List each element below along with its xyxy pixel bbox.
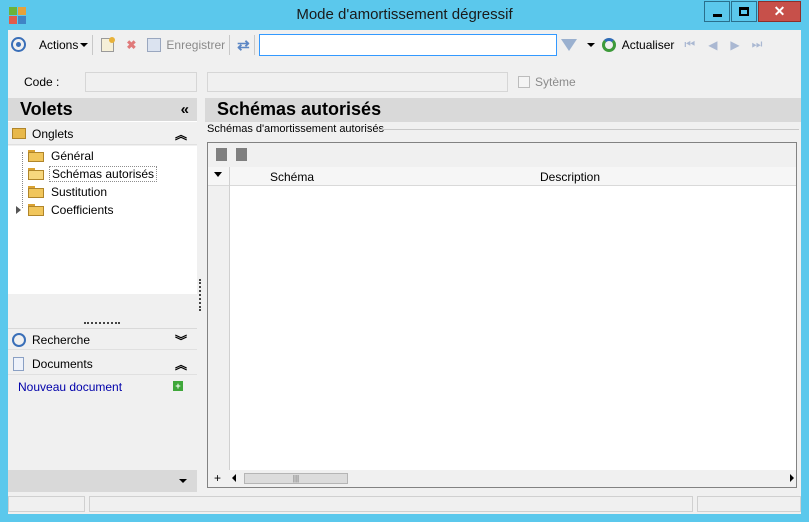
new-row-icon[interactable] xyxy=(216,148,227,161)
status-cell xyxy=(8,496,85,512)
expand-arrow-icon[interactable] xyxy=(16,206,21,214)
refresh-button[interactable]: Actualiser xyxy=(622,38,675,52)
section-label: Schémas d'amortissement autorisés xyxy=(207,123,384,135)
open-folder-icon xyxy=(28,168,44,180)
page-title: Schémas autorisés xyxy=(217,99,382,119)
tree-item-schemas-autorises[interactable]: Schémas autorisés xyxy=(28,166,158,182)
scroll-left-icon[interactable] xyxy=(232,474,236,482)
save-button[interactable]: Enregistrer xyxy=(166,38,225,52)
code-row: Code : Sytème xyxy=(8,67,801,97)
last-page-icon[interactable]: ⏭ xyxy=(752,37,763,52)
edit-row-icon[interactable] xyxy=(236,148,247,161)
left-panel: Volets « Onglets ︽ Général Schémas autor… xyxy=(8,98,197,492)
status-cell xyxy=(89,496,693,512)
close-icon: ✕ xyxy=(773,3,786,19)
system-checkbox[interactable] xyxy=(518,76,530,88)
tree-item-coefficients[interactable]: Coefficients xyxy=(16,202,115,218)
new-record-icon[interactable] xyxy=(101,36,116,52)
client-area: Actions ✖ Enregistrer ⇄ Actualiser ⏮ ◀ ▶… xyxy=(8,30,801,514)
volets-title: Volets xyxy=(20,99,73,119)
dropdown-arrow-icon[interactable] xyxy=(179,479,187,483)
tree-item-general[interactable]: Général xyxy=(28,148,96,164)
tree-line xyxy=(22,152,23,208)
title-bar: Mode d'amortissement dégressif ✕ xyxy=(0,0,809,30)
close-button[interactable]: ✕ xyxy=(758,1,801,22)
search-group-label: Recherche xyxy=(32,333,91,347)
right-panel: Schémas autorisés Schémas d'amortissemen… xyxy=(205,98,801,492)
documents-group-header[interactable]: Documents ︽ xyxy=(8,353,197,375)
add-row-button[interactable]: + xyxy=(214,471,221,485)
grid-toolbar xyxy=(208,143,796,167)
add-document-icon[interactable]: + xyxy=(173,381,183,391)
column-chooser[interactable] xyxy=(208,167,230,186)
target-icon xyxy=(12,333,26,347)
search-group-header[interactable]: Recherche ︾ xyxy=(8,328,197,350)
tree-item-sustitution[interactable]: Sustitution xyxy=(28,184,109,200)
code-description-field[interactable] xyxy=(207,72,508,92)
grid-header: Schéma Description xyxy=(208,167,796,186)
right-panel-header: Schémas autorisés xyxy=(205,98,801,122)
tabs-group-header[interactable]: Onglets ︽ xyxy=(8,123,197,145)
scroll-right-icon[interactable] xyxy=(790,474,794,482)
row-indicator-strip xyxy=(208,186,230,470)
column-header-schema[interactable]: Schéma xyxy=(270,170,314,184)
system-label: Sytème xyxy=(535,75,576,89)
document-icon xyxy=(13,357,24,371)
filter-icon[interactable] xyxy=(560,38,577,51)
tabs-tree: Général Schémas autorisés Sustitution Co… xyxy=(8,146,197,294)
horizontal-scrollbar[interactable]: ||| xyxy=(230,472,796,485)
new-document-link[interactable]: Nouveau document xyxy=(18,380,122,394)
code-field[interactable] xyxy=(85,72,197,92)
toolbar: Actions ✖ Enregistrer ⇄ Actualiser ⏮ ◀ ▶… xyxy=(8,30,801,59)
window-title: Mode d'amortissement dégressif xyxy=(296,6,513,23)
section-divider xyxy=(375,129,799,130)
minimize-button[interactable] xyxy=(704,1,730,22)
actions-menu[interactable]: Actions xyxy=(39,38,78,52)
folder-icon xyxy=(28,150,44,162)
search-input[interactable] xyxy=(258,33,557,56)
folder-icon xyxy=(12,128,26,139)
dropdown-arrow-icon[interactable] xyxy=(80,42,89,47)
chevron-up-icon[interactable]: ︽ xyxy=(175,356,187,373)
folder-icon xyxy=(28,186,44,198)
toolbar-separator xyxy=(229,34,231,55)
splitter[interactable] xyxy=(199,279,201,311)
minimize-icon xyxy=(712,14,722,17)
delete-icon[interactable]: ✖ xyxy=(126,38,136,52)
toolbar-separator xyxy=(253,34,255,55)
next-page-icon[interactable]: ▶ xyxy=(730,38,739,52)
status-cell xyxy=(697,496,801,512)
tabs-group-label: Onglets xyxy=(32,127,74,141)
column-header-description[interactable]: Description xyxy=(540,170,600,184)
dropdown-arrow-icon xyxy=(214,172,222,177)
maximize-button[interactable] xyxy=(731,1,757,22)
refresh-icon[interactable] xyxy=(601,37,616,52)
application-window: Mode d'amortissement dégressif ✕ Actions… xyxy=(0,0,809,522)
chevron-down-icon[interactable]: ︾ xyxy=(175,332,187,349)
left-panel-footer xyxy=(8,470,197,492)
volets-header: Volets « xyxy=(8,98,197,122)
code-label: Code : xyxy=(24,75,60,89)
maximize-icon xyxy=(739,7,749,16)
resize-grip[interactable] xyxy=(84,322,120,324)
status-bar xyxy=(8,494,801,514)
target-icon[interactable] xyxy=(11,37,26,52)
folder-icon xyxy=(28,204,44,216)
collapse-panel-icon[interactable]: « xyxy=(181,101,189,118)
toolbar-separator xyxy=(92,34,94,55)
documents-group-label: Documents xyxy=(32,357,93,371)
grid-footer: + ||| xyxy=(208,470,796,487)
sync-icon[interactable]: ⇄ xyxy=(237,36,250,54)
filter-dropdown-icon[interactable] xyxy=(586,42,595,47)
first-page-icon[interactable]: ⏮ xyxy=(684,37,695,52)
chevron-up-icon[interactable]: ︽ xyxy=(175,126,187,143)
schemas-grid: Schéma Description + ||| xyxy=(207,142,797,488)
save-icon[interactable] xyxy=(147,37,162,52)
scroll-thumb[interactable]: ||| xyxy=(244,473,348,484)
previous-page-icon[interactable]: ◀ xyxy=(708,38,717,52)
